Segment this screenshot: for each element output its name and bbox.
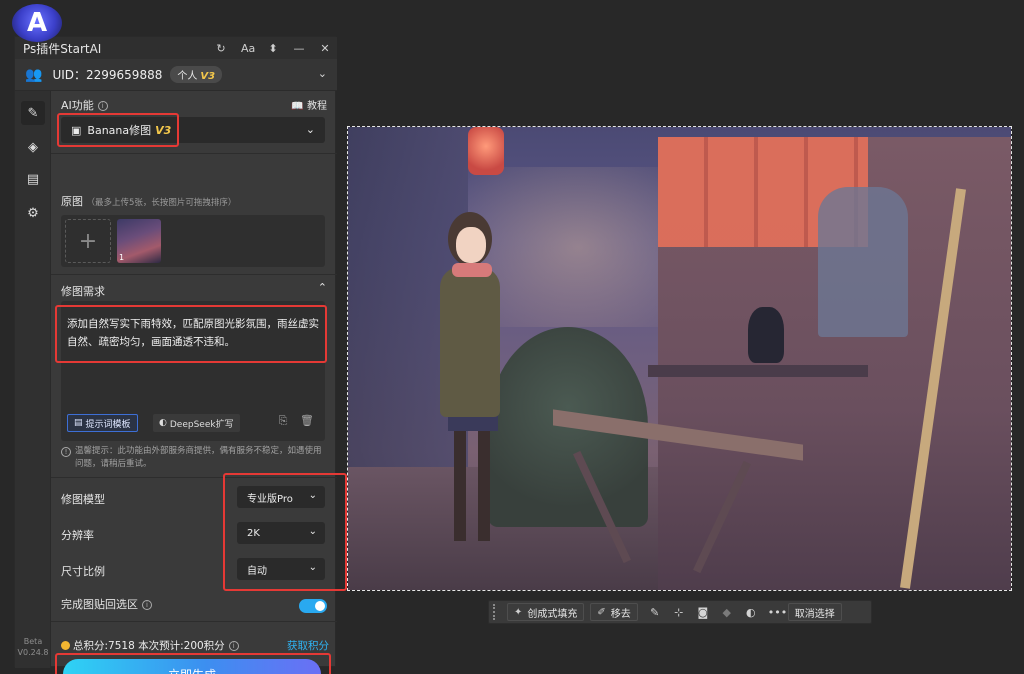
ai-function-select[interactable]: ▣ Banana修图 V3 ⌄ bbox=[61, 117, 325, 143]
art-vendor bbox=[818, 187, 908, 337]
font-size-icon[interactable]: Aa bbox=[241, 42, 255, 55]
art-lantern bbox=[468, 127, 504, 175]
add-image-button[interactable]: + bbox=[65, 219, 111, 263]
source-image-label: 原图 （最多上传5张，长按图片可拖拽排序） bbox=[61, 195, 237, 208]
art-counter bbox=[648, 365, 868, 377]
info-icon[interactable]: i bbox=[97, 101, 108, 111]
book-icon: 📖 bbox=[291, 101, 304, 112]
chevron-down-icon: ⌄ bbox=[308, 526, 317, 537]
chevron-down-icon: ⌄ bbox=[305, 123, 315, 136]
mask-icon[interactable]: ◙ bbox=[696, 606, 710, 619]
canvas-image[interactable] bbox=[347, 126, 1012, 591]
chevron-down-icon: ⌄ bbox=[308, 490, 317, 501]
version-label: Beta V0.24.8 bbox=[17, 637, 49, 657]
brush-icon[interactable]: ✎ bbox=[648, 606, 662, 619]
art-girl-leg bbox=[454, 431, 466, 541]
image-thumbnail[interactable]: 1 bbox=[117, 219, 161, 263]
points-summary: 总积分:7518 本次预计:200积分 i bbox=[61, 638, 239, 653]
model-label: 修图模型 bbox=[61, 493, 105, 506]
get-points-link[interactable]: 获取积分 bbox=[287, 638, 329, 653]
generative-fill-button[interactable]: ✦ 创成式填充 bbox=[507, 603, 585, 621]
chevron-up-icon[interactable]: ⌃ bbox=[318, 281, 327, 294]
art-glow bbox=[468, 167, 688, 327]
art-cat bbox=[748, 307, 784, 363]
chevron-down-icon[interactable]: ⌄ bbox=[318, 67, 327, 80]
aspect-row: 尺寸比例 自动 ⌄ bbox=[51, 553, 337, 585]
deepseek-expand-button[interactable]: ◐ DeepSeek扩写 bbox=[153, 414, 240, 432]
document-icon[interactable]: ▤ bbox=[21, 167, 45, 191]
art-girl-coat bbox=[440, 267, 500, 417]
template-icon: ▤ bbox=[74, 418, 83, 428]
title-tools: ↻ Aa ⬍ — ✕ bbox=[215, 37, 331, 59]
history-icon[interactable]: ⎘ bbox=[275, 414, 291, 432]
resolution-label: 分辨率 bbox=[61, 529, 94, 542]
aspect-label: 尺寸比例 bbox=[61, 565, 105, 578]
ai-function-label: AI功能 i bbox=[61, 97, 108, 113]
trash-icon[interactable]: 🗑 bbox=[299, 414, 315, 432]
cancel-selection-button[interactable]: 取消选择 bbox=[787, 603, 842, 621]
contextual-task-bar: ✦ 创成式填充 ✐ 移去 ✎ ⊹ ◙ ◆ ◐ ••• 取消选择 bbox=[488, 600, 872, 624]
deepseek-icon: ◐ bbox=[159, 418, 167, 428]
art-girl-face bbox=[456, 227, 486, 263]
art-girl-scarf bbox=[452, 263, 492, 277]
drag-handle[interactable] bbox=[493, 604, 501, 620]
more-icon[interactable]: ••• bbox=[768, 606, 787, 619]
model-select[interactable]: 专业版Pro ⌄ bbox=[237, 486, 325, 508]
window-title: Ps插件StartAI bbox=[23, 41, 102, 56]
user-bar[interactable]: 👥 UID：2299659888 个人 V3 ⌄ bbox=[15, 59, 337, 91]
plugin-panel: Ps插件StartAI ↻ Aa ⬍ — ✕ 👥 UID：2299659888 … bbox=[14, 36, 347, 674]
eraser-icon: ✐ bbox=[597, 606, 606, 618]
prompt-template-button[interactable]: ▤ 提示词模板 bbox=[67, 414, 138, 432]
startai-logo: A bbox=[12, 4, 62, 42]
info-icon[interactable]: i bbox=[228, 641, 239, 651]
divider bbox=[51, 621, 337, 622]
remove-button[interactable]: ✐ 移去 bbox=[590, 603, 638, 621]
model-row: 修图模型 专业版Pro ⌄ bbox=[51, 481, 337, 513]
users-icon: 👥 bbox=[25, 66, 43, 83]
info-icon[interactable]: i bbox=[142, 600, 152, 610]
main-content: AI功能 i 📖 教程 ▣ Banana修图 V3 ⌄ 原图 （最多上传5张，长按… bbox=[51, 91, 347, 674]
plan-badge: 个人 V3 bbox=[170, 66, 223, 83]
close-icon[interactable]: ✕ bbox=[319, 42, 331, 55]
generate-button[interactable]: 立即生成 bbox=[63, 659, 321, 674]
image-upload-area: + 1 bbox=[61, 215, 325, 267]
requirement-textarea[interactable]: 添加自然写实下雨特效，匹配原图光影氛围，雨丝虚实自然、疏密均匀，画面通透不违和。… bbox=[61, 301, 325, 441]
art-girl-leg bbox=[478, 431, 490, 541]
divider bbox=[51, 153, 337, 154]
divider bbox=[51, 274, 337, 275]
refresh-icon[interactable]: ↻ bbox=[215, 42, 227, 55]
service-notice: ! 温馨提示：此功能由外部服务商提供，偶有服务不稳定，如遇使用问题，请稍后重试。 bbox=[61, 445, 327, 471]
pin-icon[interactable]: ⬍ bbox=[267, 42, 279, 55]
divider bbox=[51, 477, 337, 478]
resolution-row: 分辨率 2K ⌄ bbox=[51, 517, 337, 549]
image-icon: ▣ bbox=[71, 123, 82, 137]
minimize-icon[interactable]: — bbox=[293, 42, 305, 55]
fill-icon[interactable]: ◆ bbox=[720, 606, 734, 619]
transform-icon[interactable]: ⊹ bbox=[672, 606, 686, 619]
tutorial-link[interactable]: 📖 教程 bbox=[291, 97, 327, 112]
layers-icon[interactable]: ◈ bbox=[21, 135, 45, 159]
sparkle-icon: ✦ bbox=[514, 606, 523, 618]
edit-icon[interactable]: ✎ bbox=[21, 101, 45, 125]
title-bar: Ps插件StartAI ↻ Aa ⬍ — ✕ bbox=[15, 37, 337, 59]
aspect-select[interactable]: 自动 ⌄ bbox=[237, 558, 325, 580]
coin-icon bbox=[61, 641, 70, 650]
requirement-label: 修图需求 bbox=[61, 285, 105, 298]
adjustment-icon[interactable]: ◐ bbox=[744, 606, 758, 619]
requirement-tools: ▤ 提示词模板 ◐ DeepSeek扩写 ⎘ 🗑 bbox=[67, 414, 319, 432]
user-uid: UID：2299659888 bbox=[52, 68, 163, 82]
paste-back-label: 完成图贴回选区 i bbox=[61, 596, 152, 612]
resolution-select[interactable]: 2K ⌄ bbox=[237, 522, 325, 544]
paste-back-toggle[interactable] bbox=[299, 599, 327, 613]
info-icon: ! bbox=[61, 447, 71, 457]
settings-icon[interactable]: ⚙ bbox=[21, 201, 45, 225]
requirement-text[interactable]: 添加自然写实下雨特效，匹配原图光影氛围，雨丝虚实自然、疏密均匀，画面通透不违和。 bbox=[67, 315, 321, 351]
chevron-down-icon: ⌄ bbox=[308, 562, 317, 573]
left-nav: ✎ ◈ ▤ ⚙ Beta V0.24.8 bbox=[15, 91, 51, 668]
